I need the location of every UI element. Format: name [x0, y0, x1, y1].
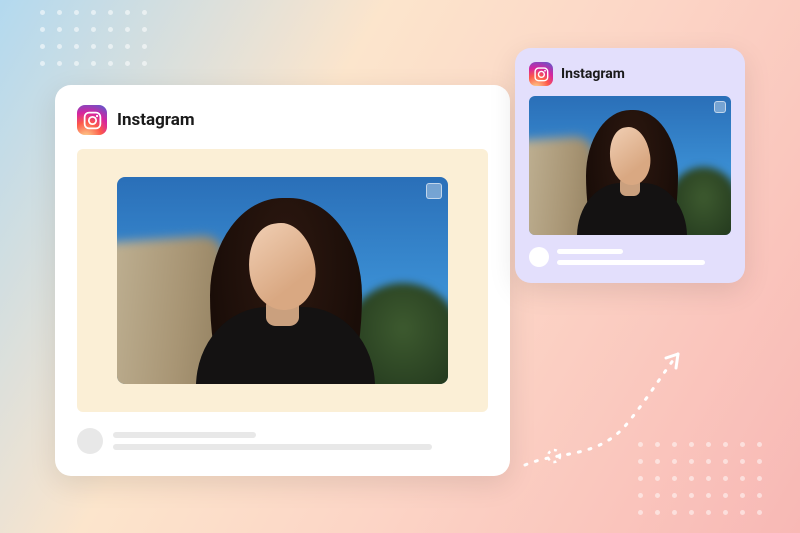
brand-label: Instagram — [561, 66, 625, 82]
avatar-placeholder — [77, 428, 103, 454]
avatar-placeholder — [529, 247, 549, 267]
card-header: Instagram — [77, 105, 488, 135]
post-footer — [529, 247, 731, 267]
instagram-post-card-large: Instagram — [55, 85, 510, 476]
connector-arrow-icon — [510, 340, 700, 480]
carousel-indicator-icon — [426, 183, 442, 199]
instagram-logo-icon — [77, 105, 107, 135]
media-frame — [77, 149, 488, 412]
dot-grid-decoration — [40, 10, 147, 66]
post-photo — [117, 177, 448, 384]
media-frame — [529, 96, 731, 235]
carousel-indicator-icon — [714, 101, 726, 113]
brand-label: Instagram — [117, 110, 195, 130]
caption-placeholder — [557, 249, 731, 265]
instagram-logo-icon — [529, 62, 553, 86]
card-header: Instagram — [529, 62, 731, 86]
post-footer — [77, 428, 488, 454]
post-photo — [529, 96, 731, 235]
instagram-post-card-small: Instagram — [515, 48, 745, 283]
caption-placeholder — [113, 432, 488, 450]
